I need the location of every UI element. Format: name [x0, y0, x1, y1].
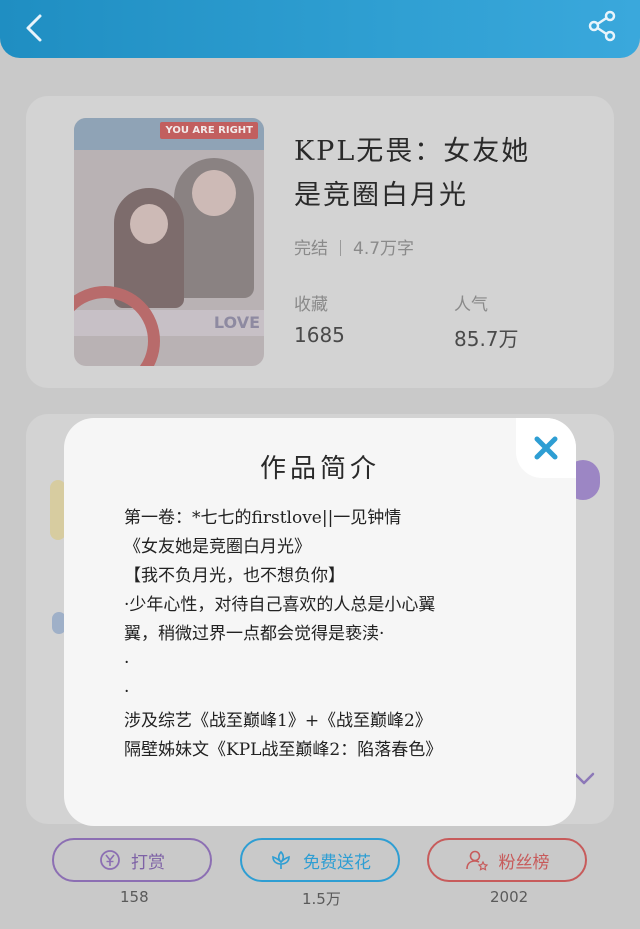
fan-ranking-label: 粉丝榜 [498, 852, 550, 873]
popularity-value: 85.7万 [454, 327, 519, 351]
free-flower-button[interactable]: 免费送花 [240, 838, 400, 882]
intro-line: 【我不负月光，也不想负你】 [124, 566, 345, 586]
collect-label: 收藏 [294, 295, 328, 315]
intro-line: 翼，稍微过界一点都会觉得是亵渎· [124, 624, 385, 644]
reward-button[interactable]: 打赏 [52, 838, 212, 882]
intro-line: 《女友她是竞圈白月光》 [124, 537, 311, 557]
share-button[interactable] [584, 8, 620, 44]
cover-face [192, 170, 236, 216]
share-icon [588, 10, 616, 42]
intro-line: ·少年心性，对待自己喜欢的人总是小心翼 [124, 595, 436, 615]
reward-label: 打赏 [131, 852, 165, 873]
reward-count: 158 [120, 888, 149, 906]
modal-title: 作品简介 [259, 454, 380, 484]
back-button[interactable] [18, 10, 54, 46]
book-cover[interactable]: YOU ARE RIGHT LOVE [74, 118, 264, 366]
chevron-left-icon [26, 14, 42, 42]
meta-divider [340, 240, 341, 256]
flower-icon [272, 850, 290, 869]
cover-word: LOVE [213, 313, 260, 332]
popularity-stat: 人气 85.7万 [454, 290, 519, 352]
intro-text: 第一卷：*七七的firstlove||一见钟情 《女友她是竞圈白月光》 【我不负… [124, 504, 524, 765]
fan-ranking-button[interactable]: 粉丝榜 [427, 838, 587, 882]
book-title-line: KPL无畏：女友她 [294, 136, 531, 167]
collect-stat: 收藏 1685 [294, 290, 345, 347]
intro-line: · [124, 682, 130, 702]
book-status: 完结 [294, 239, 328, 259]
word-count: 4.7万字 [353, 239, 415, 259]
intro-line: 第一卷：*七七的firstlove||一见钟情 [124, 508, 402, 528]
popularity-label: 人气 [454, 295, 488, 315]
book-title: KPL无畏：女友她 是竞圈白月光 [294, 130, 594, 218]
intro-line: 涉及综艺《战至巅峰1》+《战至巅峰2》 [124, 711, 432, 731]
intro-line: 隔壁姊妹文《KPL战至巅峰2：陷落春色》 [124, 740, 443, 760]
intro-modal: 作品简介 第一卷：*七七的firstlove||一见钟情 《女友她是竞圈白月光》… [64, 418, 576, 826]
fan-count: 2002 [490, 888, 529, 906]
cover-face [130, 204, 168, 244]
book-meta: 完结 4.7万字 [294, 234, 414, 259]
flower-count: 1.5万 [302, 890, 341, 908]
yen-coin-icon [100, 850, 120, 870]
free-flower-label: 免费送花 [303, 852, 371, 873]
book-info-card: YOU ARE RIGHT LOVE KPL无畏：女友她 是竞圈白月光 完结 4.… [26, 96, 614, 388]
action-bar: 打赏 免费送花 粉丝榜 [0, 838, 640, 884]
cover-tag: YOU ARE RIGHT [160, 122, 258, 139]
top-bar [0, 0, 640, 58]
book-title-line: 是竞圈白月光 [294, 180, 468, 211]
user-star-icon [465, 850, 488, 871]
collect-value: 1685 [294, 323, 345, 347]
intro-line: · [124, 653, 130, 673]
